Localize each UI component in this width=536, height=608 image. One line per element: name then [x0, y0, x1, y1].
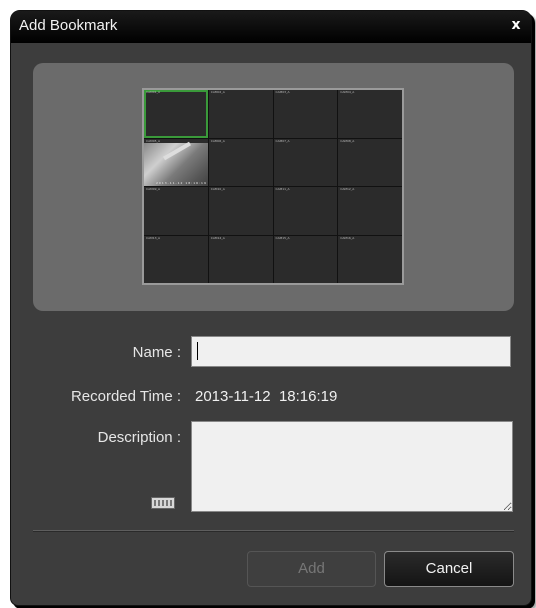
- camera-cell: CAM12_A: [338, 187, 402, 235]
- cell-label: CAM10_A: [210, 187, 225, 191]
- cell-label: CAM15_A: [275, 235, 290, 240]
- camera-cell: CAM14_A: [208, 235, 273, 283]
- cell-label: CAM01_A: [146, 90, 161, 94]
- divider: [33, 530, 514, 532]
- camera-cell: CAM16_A: [338, 235, 402, 283]
- camera-cell: CAM05_A 2013-11-12 18:16:19: [144, 138, 208, 186]
- camera-overlay-text: 2013-11-12 18:16:19: [156, 181, 207, 185]
- camera-cell: CAM06_A: [208, 138, 273, 186]
- cell-label: CAM16_A: [340, 235, 355, 240]
- description-field[interactable]: [191, 421, 513, 512]
- title-bar[interactable]: Add Bookmark x: [11, 11, 531, 43]
- camera-cell: CAM02_A: [208, 90, 273, 138]
- cell-label: CAM13_A: [146, 235, 161, 240]
- add-button[interactable]: Add: [247, 551, 376, 587]
- camera-snapshot: 2013-11-12 18:16:19: [144, 142, 208, 186]
- cell-label: CAM04_A: [340, 90, 355, 94]
- cell-label: CAM11_A: [275, 187, 290, 191]
- camera-cell: CAM07_A: [273, 138, 338, 186]
- cell-label: CAM07_A: [275, 138, 290, 143]
- keyboard-icon[interactable]: [151, 497, 175, 509]
- preview-panel: CAM01_A CAM02_A CAM03_A CAM04_A CAM05_A …: [33, 63, 514, 311]
- camera-cell: CAM03_A: [273, 90, 338, 138]
- camera-cell: CAM01_A: [144, 90, 208, 138]
- camera-cell: CAM09_A: [144, 187, 208, 235]
- cell-label: CAM02_A: [210, 90, 225, 94]
- dialog-title: Add Bookmark: [19, 17, 118, 34]
- cell-label: CAM12_A: [340, 187, 355, 191]
- camera-cell: CAM11_A: [273, 187, 338, 235]
- cell-label: CAM06_A: [210, 138, 225, 143]
- camera-cell: CAM04_A: [338, 90, 402, 138]
- recorded-time-value: 2013-11-12 18:16:19: [195, 388, 338, 405]
- name-label: Name :: [132, 344, 181, 361]
- camera-preview: CAM01_A CAM02_A CAM03_A CAM04_A CAM05_A …: [142, 88, 404, 285]
- cell-label: CAM14_A: [210, 235, 225, 240]
- add-bookmark-dialog: Add Bookmark x CAM01_A CAM02_A CAM03_A C…: [10, 10, 532, 606]
- name-field[interactable]: [191, 336, 511, 367]
- cell-label: CAM03_A: [275, 90, 290, 94]
- camera-grid: CAM01_A CAM02_A CAM03_A CAM04_A CAM05_A …: [144, 90, 402, 283]
- close-icon[interactable]: x: [507, 16, 525, 34]
- camera-cell: CAM15_A: [273, 235, 338, 283]
- cell-label: CAM09_A: [146, 187, 161, 191]
- camera-cell: CAM10_A: [208, 187, 273, 235]
- cell-label: CAM08_A: [340, 138, 355, 143]
- recorded-time-label: Recorded Time :: [70, 388, 181, 405]
- cancel-button[interactable]: Cancel: [384, 551, 514, 587]
- text-caret: [197, 342, 198, 360]
- camera-cell: CAM08_A: [338, 138, 402, 186]
- camera-cell: CAM13_A: [144, 235, 208, 283]
- description-label: Description :: [97, 429, 181, 446]
